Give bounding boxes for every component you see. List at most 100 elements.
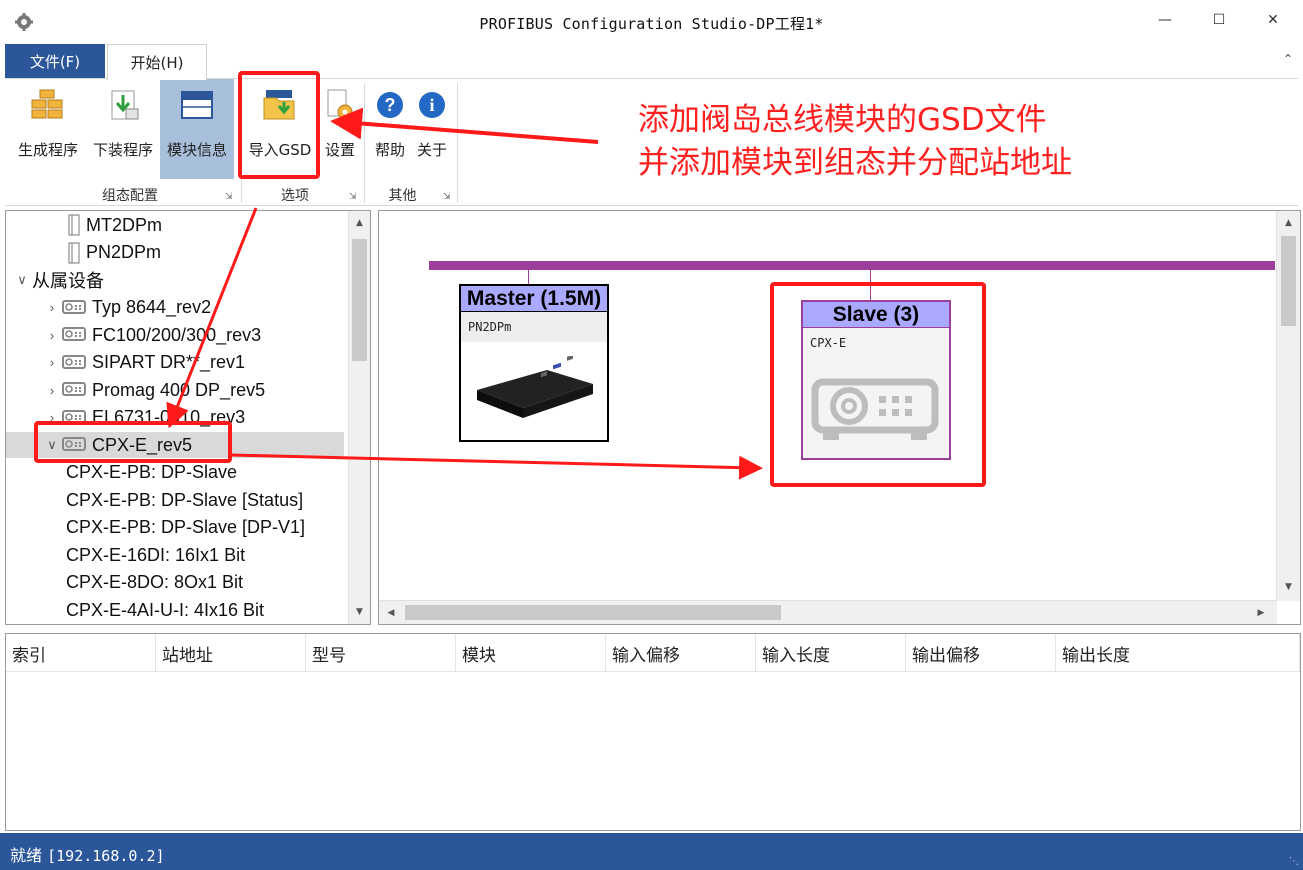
tree-item[interactable]: › Typ 8644_rev2 xyxy=(6,295,344,321)
chevron-down-icon[interactable]: ∨ xyxy=(12,272,32,288)
column-header[interactable]: 站地址 xyxy=(156,634,306,672)
scroll-thumb[interactable] xyxy=(405,605,781,620)
app-window: PROFIBUS Configuration Studio-DP工程1* — ☐… xyxy=(0,0,1303,870)
svg-text:?: ? xyxy=(385,95,396,115)
tree-item[interactable]: CPX-E-PB: DP-Slave [DP-V1] xyxy=(6,515,344,541)
settings-button[interactable]: 设置 xyxy=(318,79,362,179)
tree-item-label: CPX-E-PB: DP-Slave xyxy=(66,462,238,482)
master-module-icon xyxy=(68,242,80,263)
tree-item[interactable]: › Promag 400 DP_rev5 xyxy=(6,377,344,403)
column-header[interactable]: 索引 xyxy=(6,634,156,672)
column-header[interactable]: 输入偏移 xyxy=(606,634,756,672)
tree-item[interactable]: CPX-E-16DI: 16Ix1 Bit xyxy=(6,542,344,568)
group-launcher-icon[interactable]: ⇲ xyxy=(349,192,357,202)
about-label: 关于 xyxy=(416,141,447,159)
tree-item[interactable]: CPX-E-4AO-U-I: 4Ox16 Bit xyxy=(6,625,344,626)
tree-vertical-scrollbar[interactable]: ▲ ▼ xyxy=(348,211,370,624)
gateway-device-icon xyxy=(477,356,593,418)
tree-item-label: CPX-E-4AI-U-I: 4Ix16 Bit xyxy=(66,599,265,620)
master-device[interactable]: Master (1.5M) PN2DPm xyxy=(459,284,609,442)
collapse-ribbon-icon[interactable]: ⌃ xyxy=(1283,52,1293,66)
master-bus-drop xyxy=(528,270,529,284)
column-header[interactable]: 输出长度 xyxy=(1056,634,1300,672)
column-header[interactable]: 输入长度 xyxy=(756,634,906,672)
tree-item-label: SIPART DR**_rev1 xyxy=(92,352,246,372)
module-info-button[interactable]: 模块信息 xyxy=(160,79,234,179)
annotation-line-1: 添加阀岛总线模块的GSD文件 xyxy=(638,102,1047,138)
group-launcher-icon[interactable]: ⇲ xyxy=(225,192,233,202)
group-options-label: 选项 xyxy=(281,188,309,204)
module-info-label: 模块信息 xyxy=(166,141,227,159)
scroll-left-icon[interactable]: ◀ xyxy=(381,601,401,624)
chevron-right-icon[interactable]: › xyxy=(42,355,62,370)
chevron-right-icon[interactable]: › xyxy=(42,300,62,315)
master-module-icon xyxy=(68,214,80,236)
tree-item[interactable]: › FC100/200/300_rev3 xyxy=(6,322,344,348)
tree-item[interactable]: CPX-E-PB: DP-Slave xyxy=(6,460,344,486)
scroll-down-icon[interactable]: ▼ xyxy=(1277,577,1300,597)
status-bar: 就绪 [192.168.0.2] ⋱ xyxy=(0,833,1303,870)
about-button[interactable]: i 关于 xyxy=(412,79,452,179)
chevron-right-icon[interactable]: › xyxy=(42,383,62,398)
tree-item-label: CPX-E-8DO: 8Ox1 Bit xyxy=(66,572,244,592)
scroll-down-icon[interactable]: ▼ xyxy=(349,602,370,622)
table-header: 索引 站地址 型号 模块 输入偏移 输入长度 输出偏移 输出长度 xyxy=(6,634,1300,672)
annotation-text: 添加阀岛总线模块的GSD文件 并添加模块到组态并分配站地址 xyxy=(638,99,1072,185)
minimize-button[interactable]: — xyxy=(1142,6,1188,34)
tree-item-label: CPX-E-PB: DP-Slave [Status] xyxy=(66,489,304,510)
column-header[interactable]: 型号 xyxy=(306,634,456,672)
window-icon xyxy=(177,85,217,125)
tab-file[interactable]: 文件(F) xyxy=(5,44,105,78)
bricks-icon xyxy=(28,85,68,125)
tree-item[interactable]: CPX-E-8DO: 8Ox1 Bit xyxy=(6,570,344,596)
tree-item[interactable]: MT2DPm xyxy=(6,212,344,238)
info-icon: i xyxy=(412,85,452,125)
master-model: PN2DPm xyxy=(461,312,607,342)
download-program-button[interactable]: 下装程序 xyxy=(88,79,158,179)
annotation-line-2: 并添加模块到组态并分配站地址 xyxy=(638,145,1072,181)
group-config-label: 组态配置 xyxy=(102,188,158,204)
scroll-right-icon[interactable]: ▶ xyxy=(1251,601,1271,624)
maximize-button[interactable]: ☐ xyxy=(1196,6,1242,34)
device-icon xyxy=(62,354,86,369)
tab-home[interactable]: 开始(H) xyxy=(107,44,207,80)
tree-item-label: 从属设备 xyxy=(32,271,104,291)
group-other-label: 其他 xyxy=(388,188,417,204)
tree-item[interactable]: ∨ 从属设备 xyxy=(6,267,344,293)
module-table: 索引 站地址 型号 模块 输入偏移 输入长度 输出偏移 输出长度 xyxy=(5,633,1301,831)
tree-item[interactable]: PN2DPm xyxy=(6,240,344,266)
scroll-thumb[interactable] xyxy=(352,239,367,361)
tree-item[interactable]: › SIPART DR**_rev1 xyxy=(6,350,344,376)
scroll-up-icon[interactable]: ▲ xyxy=(349,213,370,233)
canvas-vertical-scrollbar[interactable]: ▲ ▼ xyxy=(1276,211,1300,601)
help-icon: ? xyxy=(370,85,410,125)
tree-item[interactable]: CPX-E-PB: DP-Slave [Status] xyxy=(6,487,344,513)
generate-program-button[interactable]: 生成程序 xyxy=(13,79,83,179)
master-title: Master (1.5M) xyxy=(461,286,607,312)
tree-item[interactable]: CPX-E-4AI-U-I: 4Ix16 Bit xyxy=(6,597,344,623)
highlight-slave-device xyxy=(770,282,986,487)
scroll-up-icon[interactable]: ▲ xyxy=(1277,213,1300,233)
device-icon xyxy=(62,299,86,314)
scroll-thumb[interactable] xyxy=(1281,236,1296,326)
ribbon-separator xyxy=(364,83,365,203)
tree-item-label: CPX-E-PB: DP-Slave [DP-V1] xyxy=(66,517,306,537)
resize-grip-icon[interactable]: ⋱ xyxy=(1289,856,1299,867)
close-button[interactable]: ✕ xyxy=(1250,6,1296,34)
canvas-horizontal-scrollbar[interactable]: ◀ ▶ xyxy=(379,600,1277,624)
help-label: 帮助 xyxy=(374,141,405,159)
help-button[interactable]: ? 帮助 xyxy=(370,79,410,179)
status-text: 就绪 [192.168.0.2] xyxy=(10,842,165,866)
column-header[interactable]: 模块 xyxy=(456,634,606,672)
tree-item-label: Typ 8644_rev2 xyxy=(92,297,212,317)
chevron-right-icon[interactable]: › xyxy=(42,328,62,343)
tree-item-label: MT2DPm xyxy=(86,214,162,235)
profibus-line xyxy=(429,261,1275,270)
title-bar: PROFIBUS Configuration Studio-DP工程1* — ☐… xyxy=(0,0,1303,42)
group-launcher-icon[interactable]: ⇲ xyxy=(443,192,451,202)
column-header[interactable]: 输出偏移 xyxy=(906,634,1056,672)
tree-item-label: Promag 400 DP_rev5 xyxy=(92,379,266,400)
status-address: [192.168.0.2] xyxy=(47,847,165,865)
generate-program-label: 生成程序 xyxy=(17,141,78,159)
settings-label: 设置 xyxy=(324,141,355,159)
